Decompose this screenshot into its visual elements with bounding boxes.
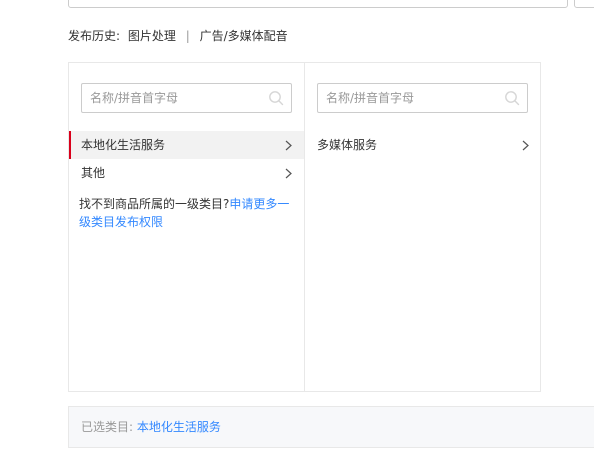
selected-category-value[interactable]: 本地化生活服务: [137, 420, 221, 434]
category-search-level-2[interactable]: [317, 83, 528, 113]
category-selector: 本地化生活服务 其他 找不到商品所属的一级类目?申请更多一级类目发布权限: [68, 62, 541, 392]
hint-text: 找不到商品所属的一级类目?: [79, 197, 230, 211]
history-label: 发布历史:: [68, 29, 121, 43]
top-search-button[interactable]: [574, 0, 594, 8]
chevron-right-icon: [522, 140, 529, 151]
category-list-level-1: 本地化生活服务 其他: [69, 131, 304, 187]
category-item-label: 其他: [81, 166, 106, 180]
category-search-level-1[interactable]: [81, 83, 292, 113]
history-separator: |: [185, 29, 190, 43]
selected-category-label: 已选类目:: [81, 420, 134, 434]
history-item-ad-dubbing[interactable]: 广告/多媒体配音: [200, 29, 288, 43]
category-hint: 找不到商品所属的一级类目?申请更多一级类目发布权限: [79, 195, 299, 231]
category-column-level-2: 多媒体服务: [305, 63, 541, 391]
category-item-label: 多媒体服务: [317, 138, 378, 152]
selected-category-bar: 已选类目: 本地化生活服务: [68, 406, 594, 448]
search-icon[interactable]: [268, 90, 284, 106]
category-search-input-level-2[interactable]: [318, 84, 527, 112]
top-search-input[interactable]: [68, 0, 568, 8]
category-item-local-life-services[interactable]: 本地化生活服务: [69, 131, 304, 159]
category-item-other[interactable]: 其他: [69, 159, 304, 187]
publish-history: 发布历史: 图片处理 | 广告/多媒体配音: [68, 28, 288, 44]
category-column-level-1: 本地化生活服务 其他 找不到商品所属的一级类目?申请更多一级类目发布权限: [69, 63, 305, 391]
category-item-multimedia-services[interactable]: 多媒体服务: [305, 131, 541, 159]
category-search-input-level-1[interactable]: [82, 84, 291, 112]
category-list-level-2: 多媒体服务: [305, 131, 541, 159]
category-item-label: 本地化生活服务: [81, 138, 166, 152]
history-item-image-processing[interactable]: 图片处理: [128, 29, 176, 43]
chevron-right-icon: [285, 168, 292, 179]
chevron-right-icon: [285, 140, 292, 151]
search-icon[interactable]: [504, 90, 520, 106]
